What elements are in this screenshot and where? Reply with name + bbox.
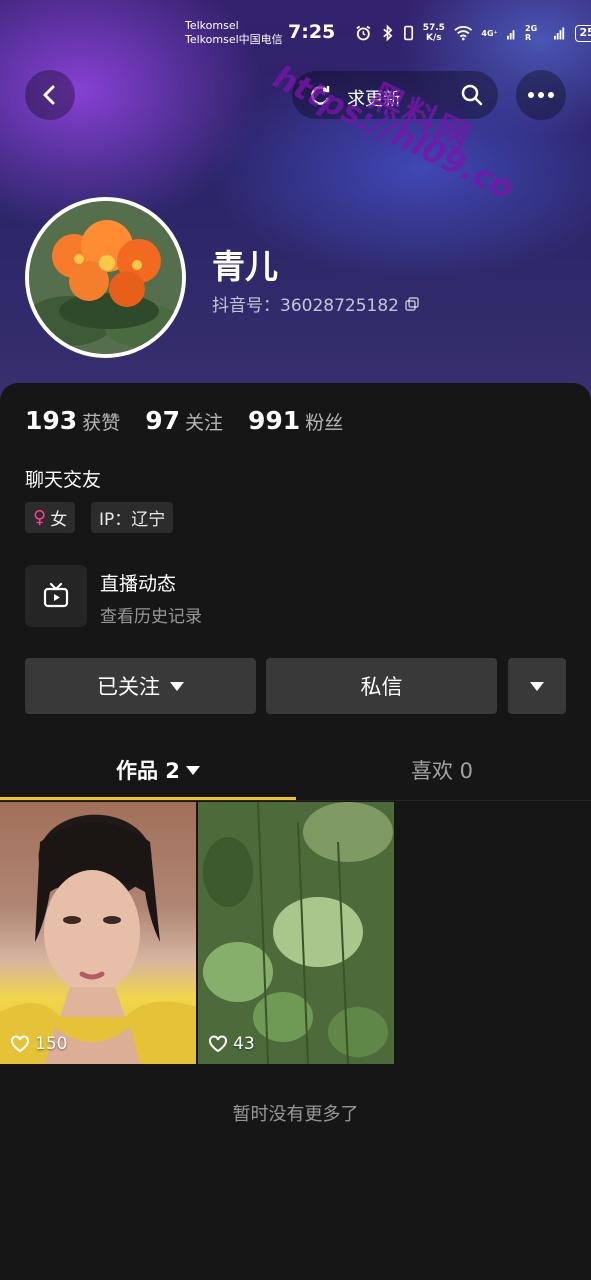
carrier-name-2: Telkomsel中国电信 (185, 33, 283, 46)
network-type-2: 2G R (525, 24, 538, 42)
speed-value: 57.5 (422, 23, 445, 33)
video-likes: 43 (208, 1034, 255, 1054)
back-button[interactable] (25, 70, 75, 120)
search-icon[interactable] (460, 83, 484, 107)
live-title[interactable]: 直播动态 (100, 569, 176, 596)
tab-likes-label: 喜欢 0 (411, 759, 474, 783)
live-history-button[interactable] (25, 565, 87, 627)
tab-divider (0, 800, 591, 801)
carrier-info: Telkomsel Telkomsel中国电信 (185, 19, 283, 47)
follow-label: 已关注 (97, 675, 160, 699)
stat-likes[interactable]: 193 获赞 (25, 406, 120, 435)
speed-unit: K/s (426, 33, 442, 43)
refresh-icon (311, 86, 330, 105)
network-speed: 57.5 K/s (423, 23, 445, 43)
gender-tag: ♀ 女 (25, 502, 76, 533)
heart-icon (209, 1035, 227, 1053)
nickname: 青儿 (212, 247, 278, 286)
alarm-icon (356, 25, 371, 41)
live-subtitle[interactable]: 查看历史记录 (100, 602, 202, 627)
more-button[interactable] (516, 70, 566, 120)
heart-icon (11, 1035, 29, 1053)
video-likes: 150 (10, 1034, 67, 1054)
bluetooth-icon (382, 24, 393, 42)
profile-stats: 193 获赞 97 关注 991 粉丝 (25, 406, 343, 435)
gender-text: 女 (50, 510, 68, 530)
stat-following-label: 关注 (185, 412, 224, 434)
message-button[interactable]: 私信 (266, 658, 497, 714)
status-icons: 57.5 K/s 4G⁺ 2G R 25 (355, 22, 591, 44)
tab-works[interactable]: 作品 2 (116, 755, 200, 785)
wifi-icon (454, 26, 473, 41)
bio: 聊天交友 (25, 469, 102, 491)
signal-icon-1 (506, 30, 515, 40)
douyin-id[interactable]: 抖音号：36028725182 (212, 291, 419, 316)
dropdown-button[interactable] (508, 658, 566, 714)
network-type-1: 4G⁺ (481, 28, 498, 38)
avatar[interactable] (25, 197, 186, 358)
copy-icon[interactable] (405, 296, 419, 311)
video-thumbnail[interactable]: 150 (0, 802, 196, 1064)
more-dots-icon (528, 92, 554, 98)
avatar-image (29, 201, 182, 354)
caret-down-icon (185, 765, 200, 775)
caret-down-icon (170, 681, 184, 691)
message-label: 私信 (360, 675, 403, 699)
video-thumbnail-image (198, 802, 394, 1064)
video-likes-count: 150 (35, 1034, 68, 1054)
search-label: 求更新 (347, 89, 401, 110)
signal-icon-2 (553, 27, 564, 40)
follow-button[interactable]: 已关注 (25, 658, 256, 714)
female-icon: ♀ (33, 507, 47, 528)
stat-following[interactable]: 97 关注 (145, 406, 223, 435)
clock: 7:25 (288, 21, 336, 43)
stat-likes-label: 获赞 (82, 412, 121, 434)
tab-likes[interactable]: 喜欢 0 (411, 755, 473, 785)
douyin-id-text: 抖音号：36028725182 (212, 296, 399, 316)
video-thumbnail[interactable]: 43 (198, 802, 394, 1064)
video-likes-count: 43 (233, 1034, 255, 1054)
stat-following-num: 97 (145, 406, 180, 435)
stat-followers-num: 991 (248, 406, 301, 435)
ip-tag: IP：辽宁 (91, 502, 174, 533)
vibrate-icon (403, 25, 413, 41)
no-more-content: 暂时没有更多了 (232, 1104, 359, 1125)
tab-works-label: 作品 2 (116, 759, 180, 783)
battery-icon: 25 (575, 24, 591, 42)
chevron-left-icon (43, 85, 55, 105)
video-thumbnail-image (0, 822, 196, 1064)
stat-likes-num: 193 (25, 406, 78, 435)
status-bar: Telkomsel Telkomsel中国电信 7:25 57.5 K/s 4G… (0, 0, 591, 56)
stat-followers[interactable]: 991 粉丝 (248, 406, 343, 435)
stat-followers-label: 粉丝 (305, 412, 344, 434)
search-bar[interactable]: 求更新 (292, 71, 498, 119)
carrier-name-1: Telkomsel (185, 19, 239, 32)
caret-down-icon (530, 681, 544, 691)
tv-icon (43, 583, 69, 608)
